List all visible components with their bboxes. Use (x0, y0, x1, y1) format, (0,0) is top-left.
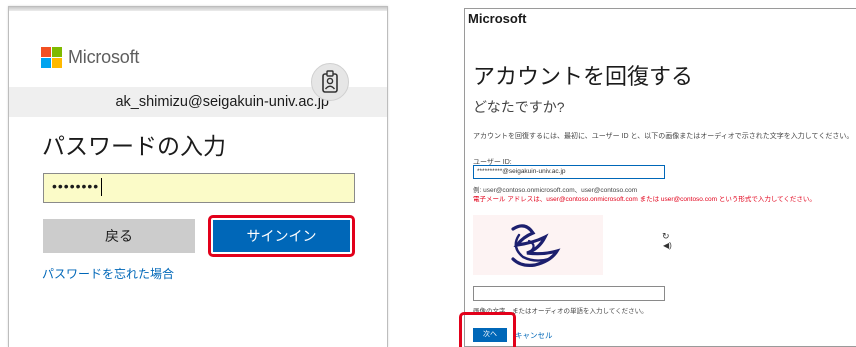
text-caret (101, 178, 103, 197)
signin-highlight: サインイン (208, 215, 355, 257)
back-button[interactable]: 戻る (43, 219, 195, 253)
captcha-answer-field[interactable] (473, 286, 665, 301)
microsoft-logo: Microsoft (41, 47, 139, 68)
brand-name: Microsoft (468, 11, 527, 26)
microsoft-logo-icon (41, 47, 62, 68)
error-message: 電子メール アドレスは、user@contoso.onmicrosoft.com… (473, 196, 816, 203)
signin-button[interactable]: サインイン (213, 220, 350, 252)
signin-password-panel: Microsoft ak_shimizu@seigakuin-univ.ac.j… (8, 6, 388, 347)
brand-name: Microsoft (68, 47, 140, 67)
instruction-text: アカウントを回復するには、最初に、ユーザー ID と、以下の画像またはオーディオ… (473, 133, 854, 140)
user-id-field[interactable]: **********@seigakuin-univ.ac.jp (473, 165, 665, 179)
password-field[interactable]: •••••••• (43, 173, 355, 203)
page-title: アカウントを回復する (473, 64, 694, 89)
next-button[interactable]: 次へ (473, 328, 507, 342)
account-email: ak_shimizu@seigakuin-univ.ac.jp (115, 94, 329, 110)
password-value: •••••••• (52, 178, 100, 194)
refresh-icon[interactable]: ↻ (662, 231, 670, 242)
speaker-icon[interactable]: ◀) (663, 241, 672, 250)
id-badge-icon (311, 63, 349, 101)
recover-account-panel: Microsoft アカウントを回復する どなたですか? アカウントを回復するに… (459, 8, 856, 347)
cancel-link[interactable]: キャンセル (515, 330, 553, 341)
screenshot-stage: Microsoft ak_shimizu@seigakuin-univ.ac.j… (0, 0, 856, 347)
page-title: パスワードの入力 (42, 133, 226, 159)
forgot-password-link[interactable]: パスワードを忘れた場合 (42, 265, 174, 282)
captcha-image (473, 215, 603, 275)
page-subtitle: どなたですか? (473, 99, 565, 115)
